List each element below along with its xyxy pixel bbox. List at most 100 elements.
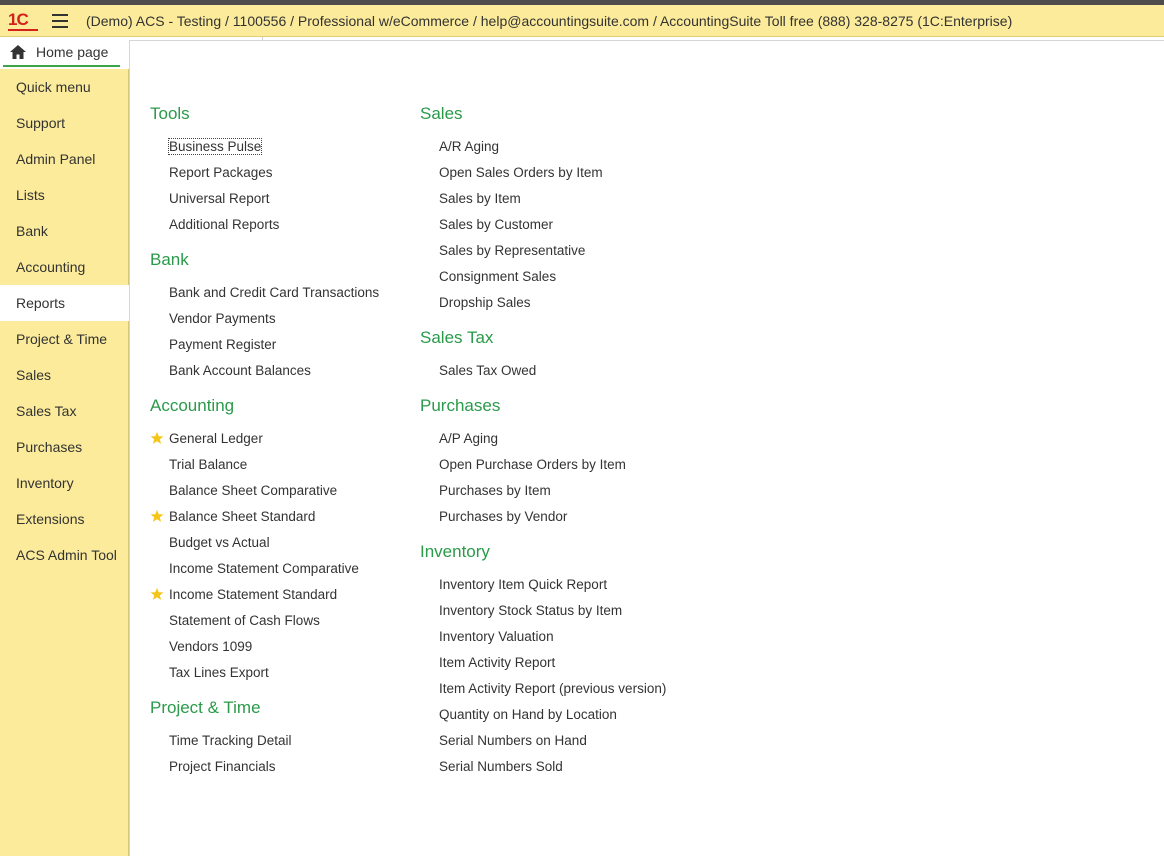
title-bar: 1С (Demo) ACS - Testing / 1100556 / Prof…: [0, 5, 1164, 37]
report-link-balance-sheet-comparative[interactable]: Balance Sheet Comparative: [150, 478, 379, 504]
report-link-general-ledger[interactable]: General Ledger: [150, 426, 379, 452]
report-link-label: Vendors 1099: [169, 639, 253, 654]
sidebar-item-purchases[interactable]: Purchases: [0, 429, 128, 465]
report-link-label: Purchases by Vendor: [439, 509, 568, 524]
report-link-purchases-by-item[interactable]: Purchases by Item: [420, 478, 666, 504]
report-link-serial-numbers-on-hand[interactable]: Serial Numbers on Hand: [420, 728, 666, 754]
report-link-item-activity-report-previous-version[interactable]: Item Activity Report (previous version): [420, 676, 666, 702]
section-title-bank: Bank: [150, 250, 189, 269]
sidebar-item-quick-menu[interactable]: Quick menu: [0, 69, 128, 105]
section-title-accounting: Accounting: [150, 396, 235, 415]
report-link-inventory-valuation[interactable]: Inventory Valuation: [420, 624, 666, 650]
report-link-label: Time Tracking Detail: [169, 733, 292, 748]
report-link-universal-report[interactable]: Universal Report: [150, 186, 379, 212]
report-link-consignment-sales[interactable]: Consignment Sales: [420, 264, 666, 290]
report-link-dropship-sales[interactable]: Dropship Sales: [420, 290, 666, 316]
report-link-label: Vendor Payments: [169, 311, 276, 326]
sidebar-item-inventory[interactable]: Inventory: [0, 465, 128, 501]
report-link-label: Tax Lines Export: [169, 665, 269, 680]
report-link-statement-of-cash-flows[interactable]: Statement of Cash Flows: [150, 608, 379, 634]
report-link-report-packages[interactable]: Report Packages: [150, 160, 379, 186]
report-link-label: Universal Report: [169, 191, 270, 206]
sidebar-item-support[interactable]: Support: [0, 105, 128, 141]
report-link-bank-account-balances[interactable]: Bank Account Balances: [150, 358, 379, 384]
sidebar-item-reports[interactable]: Reports: [0, 285, 129, 321]
section-title-sales: Sales: [420, 104, 463, 123]
report-link-label: Income Statement Comparative: [169, 561, 359, 576]
home-icon: [10, 45, 26, 59]
report-link-trial-balance[interactable]: Trial Balance: [150, 452, 379, 478]
report-link-sales-by-representative[interactable]: Sales by Representative: [420, 238, 666, 264]
report-link-budget-vs-actual[interactable]: Budget vs Actual: [150, 530, 379, 556]
report-link-label: Item Activity Report (previous version): [439, 681, 667, 696]
report-link-inventory-item-quick-report[interactable]: Inventory Item Quick Report: [420, 572, 666, 598]
report-link-inventory-stock-status-by-item[interactable]: Inventory Stock Status by Item: [420, 598, 666, 624]
report-link-balance-sheet-standard[interactable]: Balance Sheet Standard: [150, 504, 379, 530]
report-link-item-activity-report[interactable]: Item Activity Report: [420, 650, 666, 676]
report-link-label: Trial Balance: [169, 457, 248, 472]
section-title-inventory: Inventory: [420, 542, 490, 561]
hamburger-menu-icon[interactable]: [52, 14, 68, 28]
report-link-income-statement-comparative[interactable]: Income Statement Comparative: [150, 556, 379, 582]
sidebar-item-extensions[interactable]: Extensions: [0, 501, 128, 537]
reports-column-left: Tools Business Pulse Report Packages Univer…: [150, 100, 379, 788]
report-link-time-tracking-detail[interactable]: Time Tracking Detail: [150, 728, 379, 754]
report-link-sales-by-customer[interactable]: Sales by Customer: [420, 212, 666, 238]
report-link-label: Bank Account Balances: [169, 363, 311, 378]
sidebar: Quick menu Support Admin Panel Lists Bank Acc…: [0, 69, 129, 856]
sidebar-item-admin-panel[interactable]: Admin Panel: [0, 141, 128, 177]
report-link-serial-numbers-sold[interactable]: Serial Numbers Sold: [420, 754, 666, 780]
report-link-label: Inventory Item Quick Report: [439, 577, 608, 592]
report-link-tax-lines-export[interactable]: Tax Lines Export: [150, 660, 379, 686]
report-link-label: Balance Sheet Comparative: [169, 483, 338, 498]
report-link-label: Purchases by Item: [439, 483, 551, 498]
reports-column-right: Sales A/R Aging Open Sales Orders by Item S…: [420, 100, 666, 788]
report-link-a-r-aging[interactable]: A/R Aging: [420, 134, 666, 160]
report-link-a-p-aging[interactable]: A/P Aging: [420, 426, 666, 452]
report-link-open-sales-orders-by-item[interactable]: Open Sales Orders by Item: [420, 160, 666, 186]
report-link-income-statement-standard[interactable]: Income Statement Standard: [150, 582, 379, 608]
report-link-label: Sales by Representative: [439, 243, 586, 258]
report-link-vendors-1099[interactable]: Vendors 1099: [150, 634, 379, 660]
favorite-star-icon: [150, 431, 164, 444]
report-link-label: Dropship Sales: [439, 295, 531, 310]
report-link-label: Item Activity Report: [439, 655, 556, 670]
report-link-open-purchase-orders-by-item[interactable]: Open Purchase Orders by Item: [420, 452, 666, 478]
tab-home-page[interactable]: Home page: [3, 37, 120, 67]
report-link-label: Project Financials: [169, 759, 276, 774]
report-link-label: Payment Register: [169, 337, 277, 352]
report-link-bank-and-credit-card-transactions[interactable]: Bank and Credit Card Transactions: [150, 280, 379, 306]
report-link-label: Business Pulse: [167, 138, 263, 155]
report-link-additional-reports[interactable]: Additional Reports: [150, 212, 379, 238]
report-link-label: Serial Numbers Sold: [439, 759, 563, 774]
sidebar-item-sales-tax[interactable]: Sales Tax: [0, 393, 128, 429]
report-link-project-financials[interactable]: Project Financials: [150, 754, 379, 780]
home-tab-label: Home page: [36, 44, 109, 60]
favorite-star-icon: [150, 587, 164, 600]
sidebar-item-sales[interactable]: Sales: [0, 357, 128, 393]
report-link-sales-by-item[interactable]: Sales by Item: [420, 186, 666, 212]
sidebar-item-lists[interactable]: Lists: [0, 177, 128, 213]
report-link-sales-tax-owed[interactable]: Sales Tax Owed: [420, 358, 666, 384]
report-link-label: Additional Reports: [169, 217, 280, 232]
report-link-vendor-payments[interactable]: Vendor Payments: [150, 306, 379, 332]
app-logo: 1С: [8, 10, 29, 29]
report-link-quantity-on-hand-by-location[interactable]: Quantity on Hand by Location: [420, 702, 666, 728]
section-title-purchases: Purchases: [420, 396, 501, 415]
report-link-payment-register[interactable]: Payment Register: [150, 332, 379, 358]
app-title: (Demo) ACS - Testing / 1100556 / Profess…: [86, 13, 1013, 29]
report-link-business-pulse[interactable]: Business Pulse: [150, 134, 379, 160]
report-link-label: Consignment Sales: [439, 269, 557, 284]
report-link-purchases-by-vendor[interactable]: Purchases by Vendor: [420, 504, 666, 530]
report-link-label: Sales Tax Owed: [439, 363, 537, 378]
report-link-label: Balance Sheet Standard: [169, 509, 316, 524]
sidebar-item-project-time[interactable]: Project & Time: [0, 321, 128, 357]
sidebar-item-acs-admin-tool[interactable]: ACS Admin Tool: [0, 537, 128, 573]
report-link-label: Sales by Item: [439, 191, 521, 206]
report-link-label: Budget vs Actual: [169, 535, 270, 550]
section-title-sales-tax: Sales Tax: [420, 328, 494, 347]
report-link-label: Report Packages: [169, 165, 273, 180]
sidebar-item-accounting[interactable]: Accounting: [0, 249, 128, 285]
sidebar-item-bank[interactable]: Bank: [0, 213, 128, 249]
section-title-tools: Tools: [150, 104, 190, 123]
